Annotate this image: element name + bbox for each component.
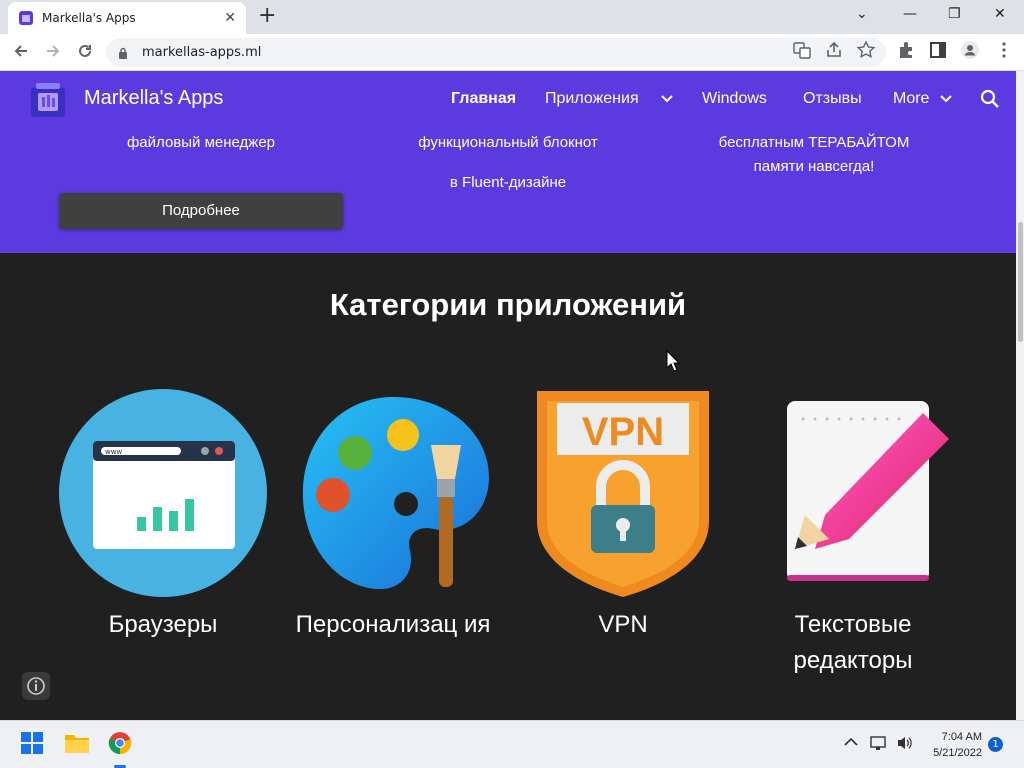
side-panel-icon[interactable] <box>928 40 948 60</box>
chevron-down-icon[interactable] <box>661 95 673 103</box>
tab-search-icon[interactable]: ⌄ <box>856 6 868 22</box>
clock-time: 7:04 AM <box>941 731 982 743</box>
category-personalization[interactable]: Персонализац ия <box>288 389 498 638</box>
category-text-editors[interactable]: Текстовые редакторы <box>748 389 958 674</box>
nav-apps[interactable]: Приложения <box>545 90 639 108</box>
site-logo-icon[interactable] <box>28 79 68 119</box>
volume-icon[interactable] <box>896 735 914 751</box>
windows-taskbar: 7:04 AM 5/21/2022 1 <box>0 720 1024 768</box>
close-window-button[interactable]: ✕ <box>994 6 1006 22</box>
category-label-vpn[interactable]: VPN <box>518 607 728 643</box>
browser-toolbar: markellas-apps.ml <box>0 34 1024 71</box>
clock-date: 5/21/2022 <box>933 747 982 759</box>
vpn-badge-text: VPN <box>582 410 664 454</box>
page-scrollbar[interactable] <box>1016 71 1024 720</box>
tab-title: Markella's Apps <box>42 11 136 25</box>
categories-title: Категории приложений <box>329 287 687 322</box>
share-icon[interactable] <box>824 40 844 60</box>
category-vpn[interactable]: VPN VPN <box>518 389 728 638</box>
category-label-personalization[interactable]: Персонализац ия <box>288 607 498 643</box>
minimize-button[interactable]: — <box>903 6 917 22</box>
site-brand-name[interactable]: Markella's Apps <box>84 87 223 110</box>
tray-chevron-up-icon[interactable] <box>844 737 858 747</box>
translate-icon[interactable] <box>792 40 812 60</box>
notepad-pencil-icon <box>787 401 949 581</box>
notification-badge[interactable]: 1 <box>988 737 1003 752</box>
lock-icon <box>119 47 127 59</box>
url-text: markellas-apps.ml <box>142 45 262 60</box>
hero-col1-text: файловый менеджер <box>126 134 276 151</box>
browser-window-icon: www <box>59 389 267 597</box>
address-bar[interactable]: markellas-apps.ml <box>106 38 886 67</box>
nav-home[interactable]: Главная <box>451 90 516 108</box>
hero-col2-text1: функциональный блокнот <box>418 134 598 151</box>
hero-col3-text1: бесплатным ТЕРАБАЙТОМ <box>718 134 910 151</box>
browser-url-text: www <box>105 448 122 456</box>
menu-kebab-icon[interactable] <box>994 40 1014 60</box>
category-label-browsers[interactable]: Браузеры <box>58 607 268 643</box>
profile-avatar-icon[interactable] <box>960 40 980 60</box>
nav-windows[interactable]: Windows <box>702 90 767 108</box>
hero-col2-text2: в Fluent-дизайне <box>449 174 567 191</box>
network-icon[interactable] <box>870 735 888 751</box>
chrome-taskbar-icon[interactable] <box>108 731 132 755</box>
site-navbar: Markella's Apps Главная Приложения Windo… <box>0 71 1016 127</box>
scrollbar-thumb[interactable] <box>1018 222 1023 342</box>
forward-icon[interactable] <box>44 42 62 60</box>
extensions-icon[interactable] <box>896 40 916 60</box>
back-icon[interactable] <box>12 42 30 60</box>
tab-close-icon[interactable]: ✕ <box>224 10 236 26</box>
tab-strip: Markella's Apps ✕ + ⌄ — ❐ ✕ <box>0 0 1024 34</box>
restore-button[interactable]: ❐ <box>948 6 961 22</box>
info-icon[interactable] <box>22 672 50 700</box>
more-info-button[interactable]: Подробнее <box>59 193 343 229</box>
new-tab-button[interactable]: + <box>258 5 276 27</box>
vpn-shield-icon: VPN <box>537 391 709 597</box>
system-clock[interactable]: 7:04 AM 5/21/2022 <box>922 729 982 761</box>
windows-start-icon[interactable] <box>20 731 44 755</box>
website-viewport: файловый менеджер функциональный блокнот… <box>0 71 1016 720</box>
hero-col3-text2: памяти навсегда! <box>753 158 875 175</box>
bookmark-star-icon[interactable] <box>856 40 876 60</box>
tab-markellas-apps[interactable]: Markella's Apps ✕ <box>8 2 246 34</box>
site-favicon-icon <box>19 11 33 25</box>
nav-reviews[interactable]: Отзывы <box>803 90 862 108</box>
search-icon[interactable] <box>980 89 1000 109</box>
file-explorer-icon[interactable] <box>64 731 90 755</box>
category-browsers[interactable]: www Браузеры <box>58 389 268 638</box>
mouse-cursor-icon <box>666 350 680 372</box>
app-categories-section: Категории приложений www Браузеры Персон… <box>0 253 1016 720</box>
reload-icon[interactable] <box>76 42 94 60</box>
paint-palette-icon <box>302 397 489 590</box>
nav-more[interactable]: More <box>893 90 929 108</box>
chevron-down-icon[interactable] <box>940 95 952 103</box>
category-label-text-editors[interactable]: Текстовые редакторы <box>748 607 958 679</box>
